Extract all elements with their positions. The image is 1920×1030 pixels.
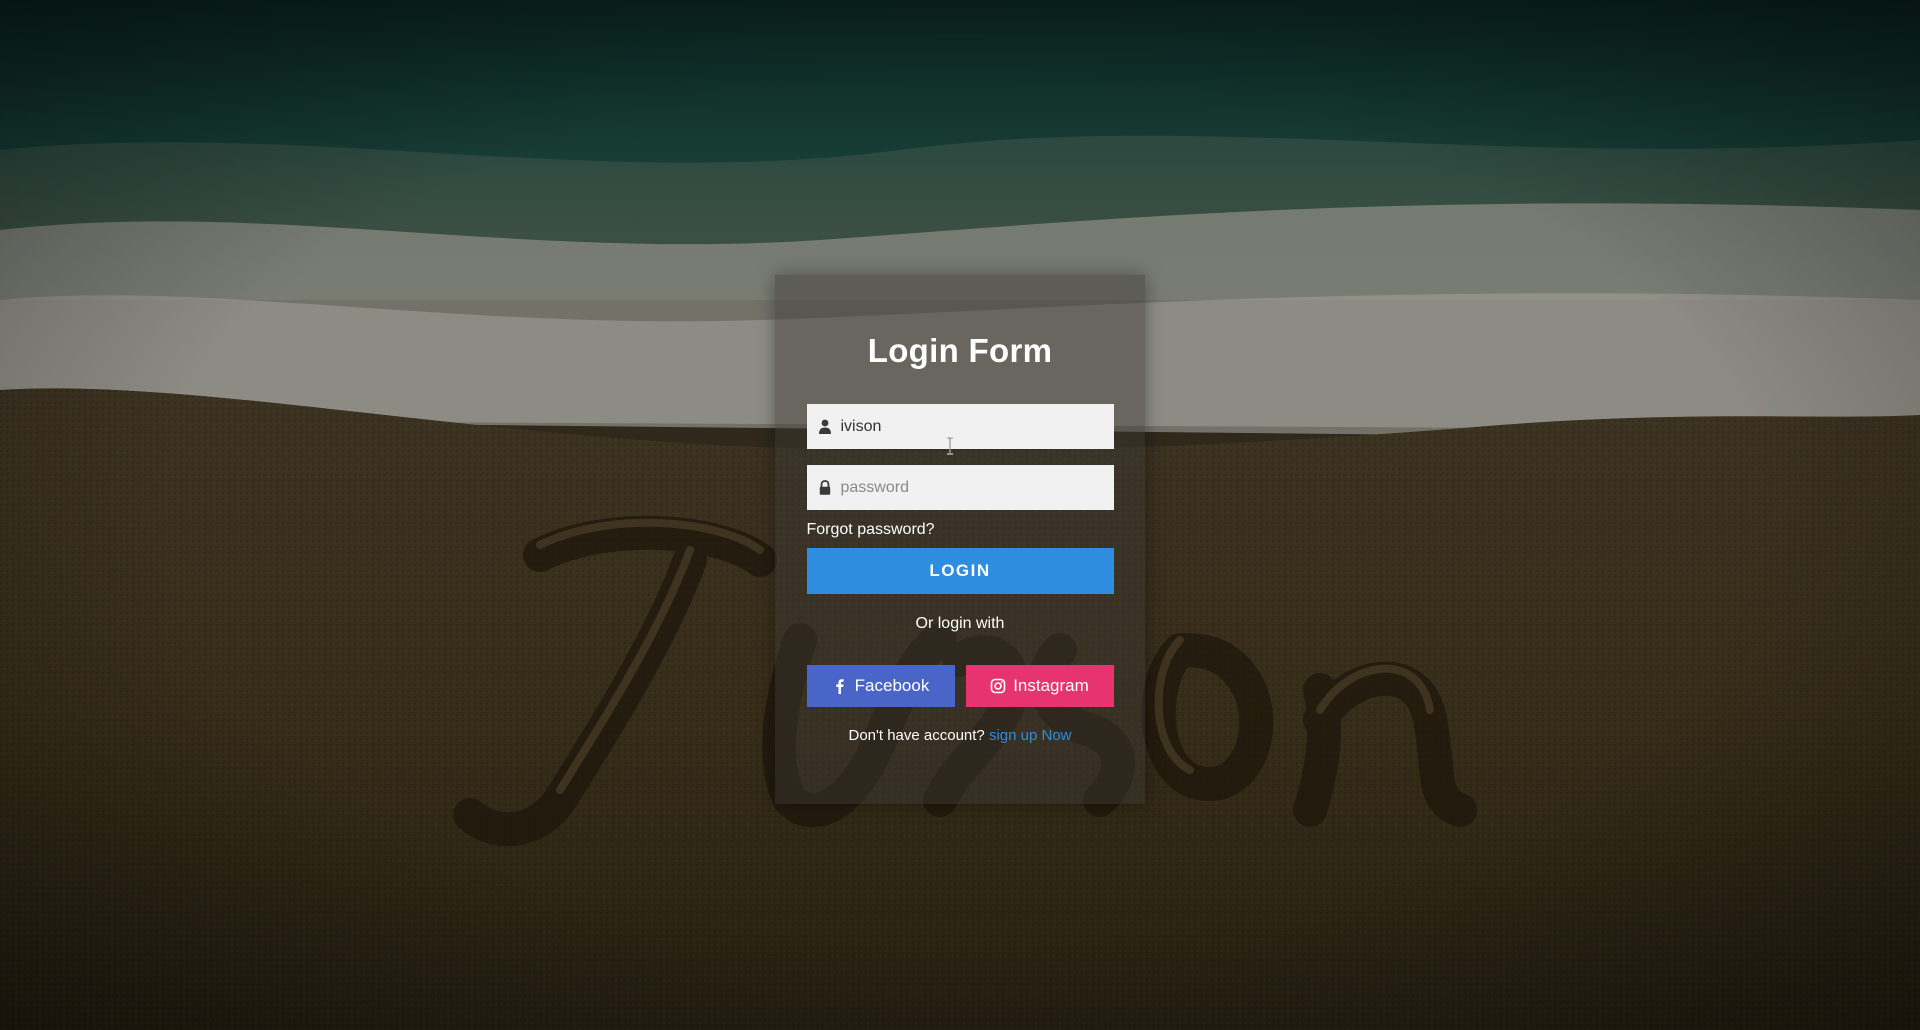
user-icon [818,419,831,434]
login-card: Login Form Forgot password? LOGIN Or log… [775,275,1145,804]
signup-prompt: Don't have account? sign up Now [775,726,1145,746]
instagram-button-label: Instagram [1013,676,1089,695]
signup-prompt-text: Don't have account? [848,727,985,744]
facebook-button-label: Facebook [854,676,930,695]
text-cursor-icon [947,437,953,455]
lock-icon [819,480,830,495]
social-login-group: Facebook Instagram [806,665,1114,707]
signup-link[interactable]: sign up Now [989,727,1072,744]
instagram-login-button[interactable]: Instagram [965,665,1114,707]
form-title: Login Form [867,332,1053,369]
password-field[interactable] [806,465,1114,510]
or-login-with-label: Or login with [915,615,1005,632]
facebook-login-button[interactable]: Facebook [806,665,955,707]
login-page: Login Form Forgot password? LOGIN Or log… [0,0,1920,1030]
password-input[interactable] [840,465,1103,510]
username-input[interactable] [840,404,1103,449]
username-field[interactable] [806,404,1114,449]
login-button[interactable]: LOGIN [806,548,1114,594]
instagram-icon [990,678,1006,694]
forgot-password-link[interactable]: Forgot password? [807,520,1114,540]
facebook-icon [835,679,844,694]
